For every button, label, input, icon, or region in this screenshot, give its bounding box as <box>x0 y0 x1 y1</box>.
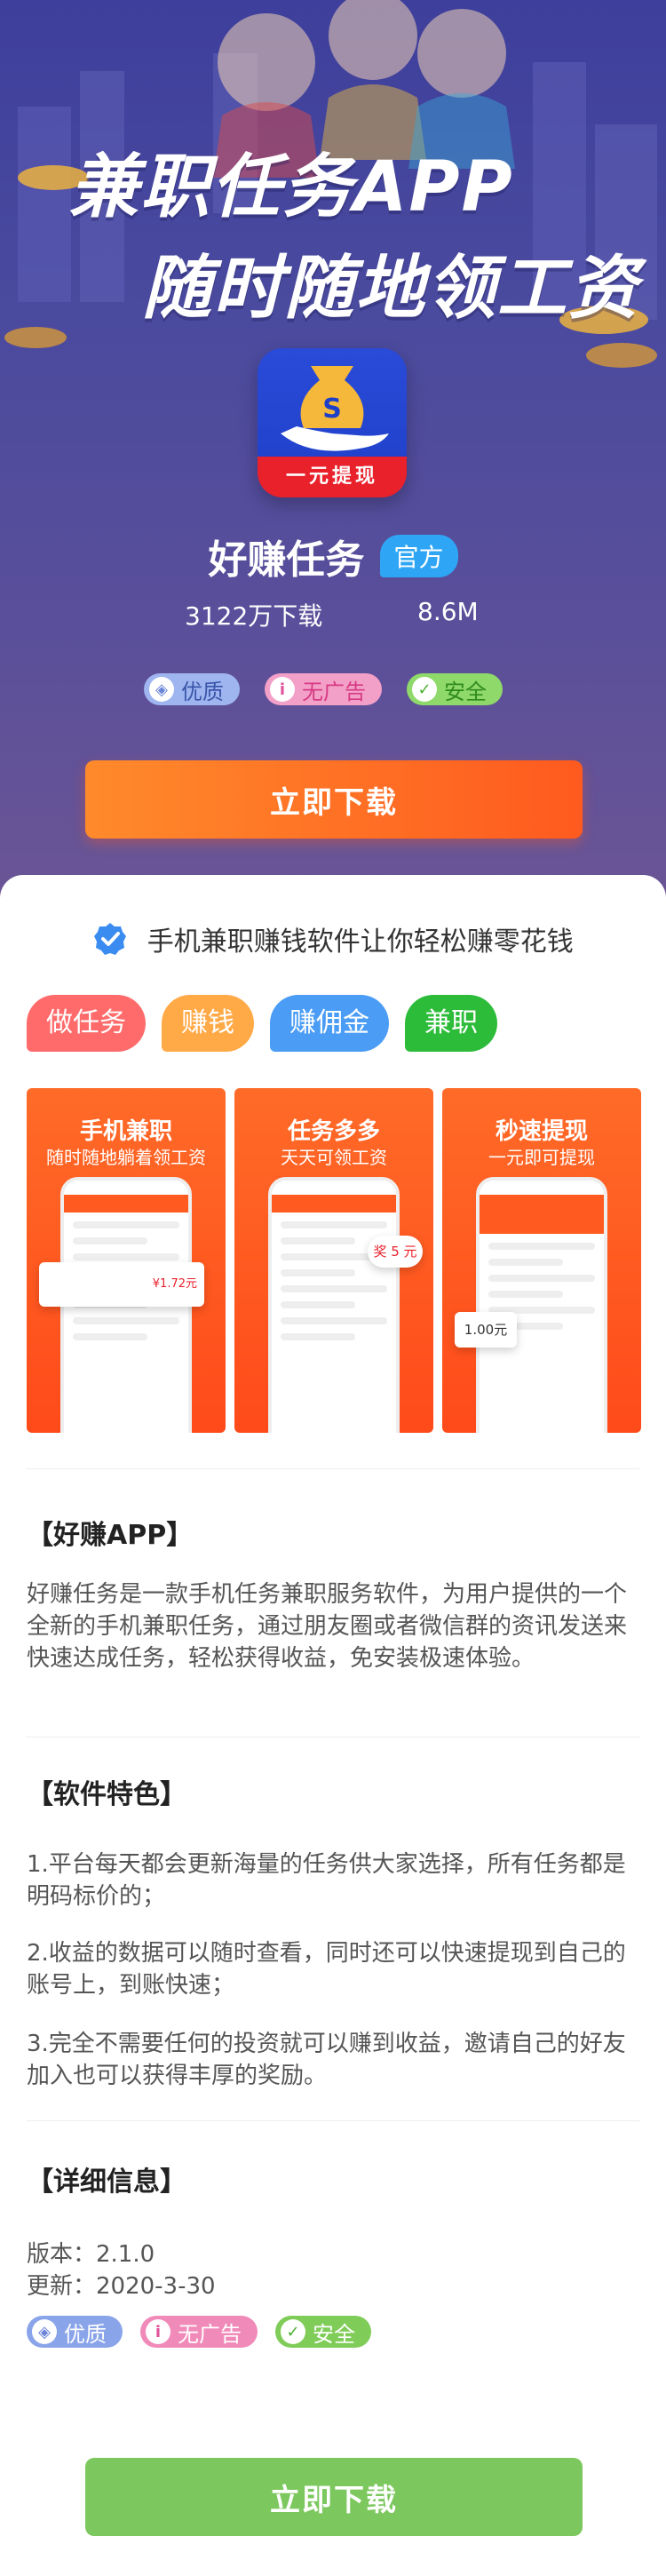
screenshot-2[interactable]: 任务多多 天天可领工资 奖 5 元 <box>234 1088 433 1433</box>
tag-label: 安全 <box>313 2321 355 2347</box>
tag-safe: ✓ 安全 <box>275 2316 371 2348</box>
download-button-bottom[interactable]: 立即下载 <box>85 2458 583 2536</box>
about-text: 好赚任务是一款手机任务兼职服务软件，为用户提供的一个全新的手机兼职任务，通过朋友… <box>27 1581 628 1672</box>
tag-quality: ◈ 优质 <box>144 673 240 705</box>
task-card: ¥1.72元 <box>39 1262 204 1307</box>
screenshot-title: 手机兼职 <box>79 1118 172 1145</box>
content-card: 手机兼职赚钱软件让你轻松赚零花钱 做任务 赚钱 赚佣金 兼职 手机兼职 随时随地… <box>0 875 666 2576</box>
task-reward: ¥1.72元 <box>152 1277 197 1291</box>
money-bag-hand-icon: S <box>281 366 389 451</box>
feature-item: 3.完全不需要任何的投资就可以赚到收益，邀请自己的好友加入也可以获得丰厚的奖励。 <box>27 2031 626 2089</box>
app-name-row: 好赚任务 官方 <box>0 528 666 584</box>
screenshot-title: 任务多多 <box>287 1118 380 1145</box>
tag-label: 优质 <box>64 2321 107 2347</box>
screenshot-1[interactable]: 手机兼职 随时随地躺着领工资 ¥1.72元 <box>27 1088 226 1433</box>
screenshot-gallery: 手机兼职 随时随地躺着领工资 ¥1.72元 任务多多 天天可领工资 奖 5 元 … <box>27 1088 641 1433</box>
withdraw-amount: 1.00元 <box>455 1312 517 1348</box>
tag-safe: ✓ 安全 <box>407 673 503 705</box>
tag-quality: ◈ 优质 <box>27 2316 123 2348</box>
detail-tags: ◈ 优质 i 无广告 ✓ 安全 <box>27 2316 371 2348</box>
check-icon: ✓ <box>412 677 437 702</box>
category-tag: 兼职 <box>405 995 497 1052</box>
info-icon: i <box>270 677 295 702</box>
phone-mockup <box>476 1177 607 1433</box>
headline-line-1: 兼职任务APP <box>69 147 514 227</box>
headline-line-2: 随时随地领工资 <box>142 249 640 329</box>
hero-banner: 兼职任务APP 随时随地领工资 S 一元提现 好赚任务 官方 3122万下载 8… <box>0 0 666 897</box>
hero-tags: ◈ 优质 i 无广告 ✓ 安全 <box>144 673 503 705</box>
verified-badge-icon <box>94 923 127 955</box>
about-title: 【好赚APP】 <box>27 1520 194 1551</box>
details-title: 【详细信息】 <box>27 2167 186 2198</box>
category-tags: 做任务 赚钱 赚佣金 兼职 <box>27 995 497 1052</box>
shield-icon: ◈ <box>149 677 174 702</box>
divider <box>27 2120 639 2121</box>
reward-label: 奖 5 元 <box>373 1244 417 1260</box>
screenshot-subtitle: 随时随地躺着领工资 <box>46 1147 206 1168</box>
check-icon: ✓ <box>281 2319 305 2344</box>
screenshot-title: 秒速提现 <box>495 1118 588 1145</box>
tag-no-ads: i 无广告 <box>140 2316 258 2348</box>
category-tag: 赚佣金 <box>270 995 389 1052</box>
category-tag: 赚钱 <box>162 995 254 1052</box>
download-button-top[interactable]: 立即下载 <box>85 760 583 839</box>
screenshot-3[interactable]: 秒速提现 一元即可提现 1.00元 <box>442 1088 641 1433</box>
category-tag: 做任务 <box>27 995 146 1052</box>
reward-badge: 奖 5 元 <box>368 1236 423 1268</box>
app-icon: S 一元提现 <box>258 348 407 497</box>
app-icon-ribbon: 一元提现 <box>258 457 407 497</box>
tag-label: 安全 <box>444 679 487 704</box>
tag-no-ads: i 无广告 <box>265 673 382 705</box>
slogan-text: 手机兼职赚钱软件让你轻松赚零花钱 <box>147 926 574 958</box>
download-count: 3122万下载 <box>185 601 323 631</box>
features-title: 【软件特色】 <box>27 1779 186 1810</box>
slogan-row: 手机兼职赚钱软件让你轻松赚零花钱 <box>0 919 666 958</box>
withdraw-value: 1.00元 <box>464 1322 508 1338</box>
shield-icon: ◈ <box>32 2319 57 2344</box>
version-info: 版本：2.1.0 <box>27 2241 155 2268</box>
svg-text:S: S <box>322 394 342 425</box>
screenshot-subtitle: 天天可领工资 <box>281 1147 387 1168</box>
divider <box>27 1468 639 1469</box>
tag-label: 无广告 <box>178 2321 242 2347</box>
app-size: 8.6M <box>417 597 479 626</box>
feature-item: 2.收益的数据可以随时查看，同时还可以快速提现到自己的账号上，到账快速； <box>27 1940 626 1999</box>
feature-item: 1.平台每天都会更新海量的任务供大家选择，所有任务都是明码标价的； <box>27 1851 626 1910</box>
phone-mockup <box>268 1177 400 1433</box>
info-icon: i <box>146 2319 170 2344</box>
app-name: 好赚任务 <box>208 537 365 583</box>
screenshot-subtitle: 一元即可提现 <box>488 1147 595 1168</box>
official-badge: 官方 <box>379 535 458 577</box>
tag-label: 无广告 <box>302 679 366 704</box>
tag-label: 优质 <box>181 679 224 704</box>
update-date: 更新：2020-3-30 <box>27 2273 216 2300</box>
